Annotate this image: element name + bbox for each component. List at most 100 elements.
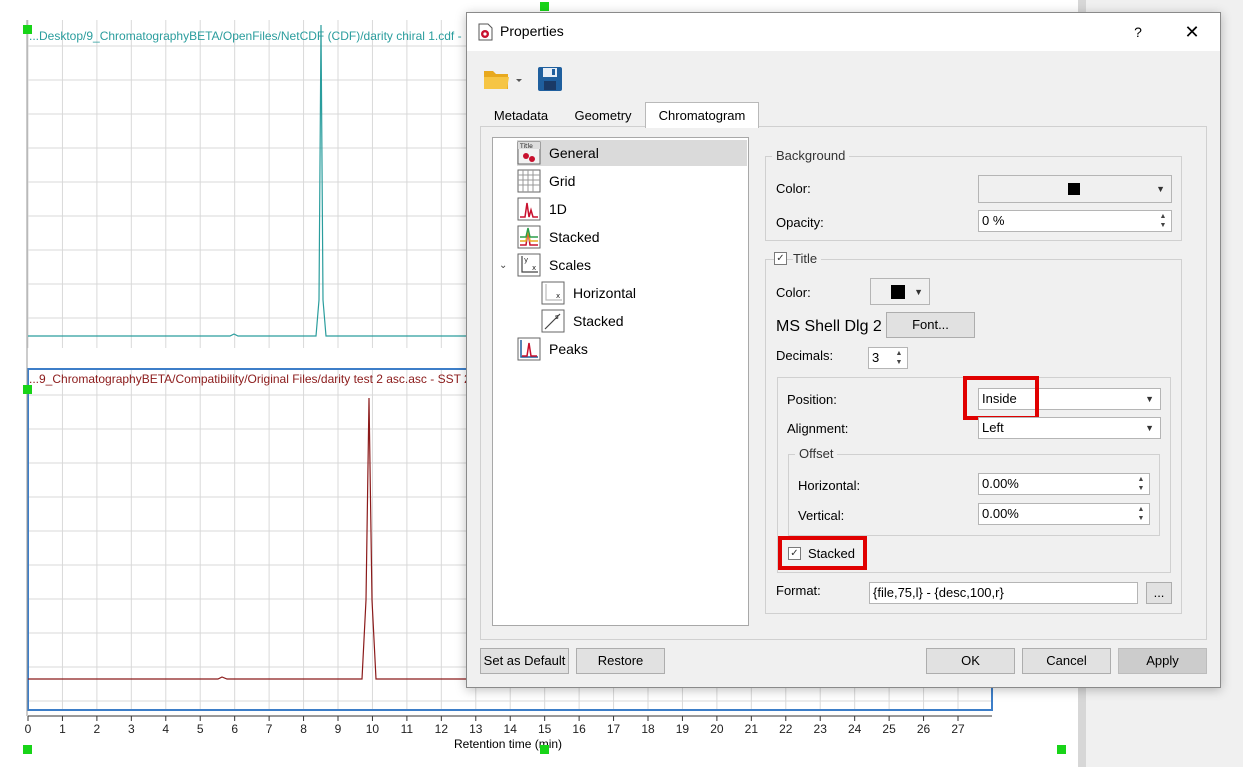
grid-icon: [517, 169, 541, 193]
offset-vertical-spinbox[interactable]: 0.00% ▲ ▼: [978, 503, 1150, 525]
opacity-label: Opacity:: [776, 215, 824, 230]
x-tick-label: 25: [882, 722, 896, 736]
offset-horizontal-label: Horizontal:: [798, 478, 861, 493]
title-icon: Title: [517, 141, 541, 165]
spinner-arrows-icon[interactable]: ▲ ▼: [1136, 505, 1146, 523]
svg-text:x: x: [532, 264, 536, 272]
ok-button[interactable]: OK: [926, 648, 1015, 674]
stacked-scale-icon: s: [541, 309, 565, 333]
x-tick-label: 12: [435, 722, 449, 736]
background-group-label: Background: [772, 148, 850, 163]
tab-metadata[interactable]: Metadata: [485, 105, 557, 129]
format-value: {file,75,l} - {desc,100,r}: [873, 585, 1004, 600]
font-button[interactable]: Font...: [886, 312, 975, 338]
stacked-icon: [517, 225, 541, 249]
x-tick-label: 3: [128, 722, 135, 736]
x-tick-label: 1: [59, 722, 66, 736]
opacity-value: 0 %: [982, 213, 1005, 228]
x-tick-label: 11: [401, 722, 414, 736]
svg-text:s: s: [555, 313, 559, 321]
alignment-combobox[interactable]: Left ▼: [978, 417, 1161, 439]
top-trace-line: [28, 24, 470, 337]
format-input[interactable]: {file,75,l} - {desc,100,r}: [869, 582, 1138, 604]
x-tick-label: 20: [710, 722, 724, 736]
alignment-label: Alignment:: [787, 421, 849, 436]
highlight-box: [963, 376, 1039, 420]
dialog-title: Properties: [500, 23, 564, 39]
properties-tree[interactable]: Title General Grid 1D Stacked ⌄ y x Scal…: [492, 137, 749, 626]
app-icon: [478, 23, 493, 41]
peaks-icon: [517, 337, 541, 361]
set-as-default-button[interactable]: Set as Default: [480, 648, 569, 674]
x-tick-label: 23: [814, 722, 828, 736]
close-button[interactable]: ✕: [1177, 20, 1207, 44]
x-tick-label: 8: [300, 722, 307, 736]
chevron-down-icon: ▼: [1156, 184, 1165, 194]
tab-geometry[interactable]: Geometry: [567, 105, 639, 129]
tree-item-stacked-scale[interactable]: s Stacked: [541, 308, 624, 334]
x-tick-label: 9: [335, 722, 342, 736]
help-button[interactable]: ?: [1123, 20, 1153, 44]
title-group-label: Title: [793, 251, 822, 266]
resize-handle[interactable]: [540, 2, 549, 11]
decimals-spinbox[interactable]: 3 ▲ ▼: [868, 347, 908, 369]
apply-button[interactable]: Apply: [1118, 648, 1207, 674]
x-tick-label: 7: [266, 722, 273, 736]
horizontal-scale-icon: x: [541, 281, 565, 305]
title-color-label: Color:: [776, 285, 811, 300]
highlight-box: [778, 536, 867, 570]
x-tick-label: 15: [538, 722, 552, 736]
tree-item-stacked[interactable]: Stacked: [517, 224, 600, 250]
spinner-arrows-icon[interactable]: ▲ ▼: [1136, 475, 1146, 493]
tree-item-general[interactable]: Title General: [517, 140, 747, 166]
alignment-value: Left: [982, 420, 1004, 435]
dialog-titlebar: Properties ? ✕: [467, 13, 1220, 51]
decimals-value: 3: [872, 350, 880, 365]
x-tick-label: 27: [951, 722, 965, 736]
save-icon[interactable]: [536, 65, 564, 93]
tree-item-label: Grid: [549, 173, 576, 189]
x-tick-label: 6: [231, 722, 238, 736]
tree-item-label: Horizontal: [573, 285, 637, 301]
format-more-button[interactable]: ...: [1146, 582, 1172, 604]
title-color-picker[interactable]: ▼: [870, 278, 930, 305]
tree-item-peaks[interactable]: Peaks: [517, 336, 588, 362]
svg-text:y: y: [524, 256, 528, 264]
spinner-arrows-icon[interactable]: ▲ ▼: [1158, 212, 1168, 230]
tree-item-grid[interactable]: Grid: [517, 168, 575, 194]
resize-handle[interactable]: [1057, 745, 1066, 754]
chevron-down-icon[interactable]: ⌄: [499, 260, 507, 271]
resize-handle[interactable]: [23, 385, 32, 394]
tree-item-label: Stacked: [549, 229, 600, 245]
x-tick-label: 21: [745, 722, 759, 736]
tab-chromatogram[interactable]: Chromatogram: [645, 102, 759, 128]
tree-item-horizontal[interactable]: x Horizontal: [541, 280, 636, 306]
chevron-down-icon: ▼: [1145, 394, 1154, 404]
tree-item-label: Scales: [549, 257, 592, 273]
x-tick-label: 16: [572, 722, 586, 736]
title-checkbox[interactable]: ✓: [774, 252, 787, 265]
open-folder-icon[interactable]: [483, 67, 523, 91]
cancel-button[interactable]: Cancel: [1022, 648, 1111, 674]
decimals-label: Decimals:: [776, 348, 834, 363]
restore-button[interactable]: Restore: [576, 648, 665, 674]
x-tick-label: 24: [848, 722, 862, 736]
background-color-picker[interactable]: ▼: [978, 175, 1172, 203]
offset-horizontal-spinbox[interactable]: 0.00% ▲ ▼: [978, 473, 1150, 495]
spinner-arrows-icon[interactable]: ▲ ▼: [894, 349, 904, 367]
tree-item-1d[interactable]: 1D: [517, 196, 567, 222]
opacity-spinbox[interactable]: 0 % ▲ ▼: [978, 210, 1172, 232]
x-tick-label: 4: [162, 722, 169, 736]
tree-item-label: Stacked: [573, 313, 624, 329]
x-tick-label: 5: [197, 722, 204, 736]
offset-vertical-value: 0.00%: [982, 506, 1019, 521]
x-tick-label: 18: [641, 722, 655, 736]
resize-handle[interactable]: [23, 745, 32, 754]
x-tick-label: 13: [469, 722, 483, 736]
chevron-down-icon: ▼: [1145, 423, 1154, 433]
color-swatch: [891, 285, 905, 299]
tree-item-scales[interactable]: y x Scales: [517, 252, 591, 278]
resize-handle[interactable]: [23, 25, 32, 34]
tree-item-label: 1D: [549, 201, 567, 217]
resize-handle[interactable]: [540, 745, 549, 754]
